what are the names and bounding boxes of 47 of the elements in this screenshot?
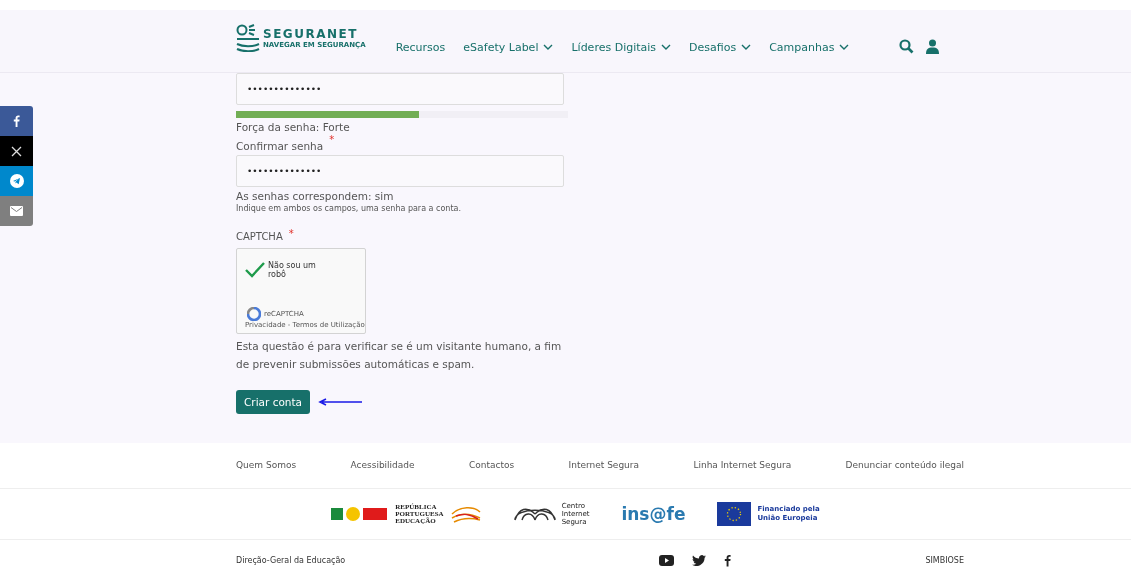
required-mark: * <box>288 228 294 241</box>
nav-link[interactable]: Campanhas <box>769 40 850 54</box>
share-button[interactable] <box>0 196 33 226</box>
password-field[interactable]: •••••••••••••• <box>236 73 564 105</box>
flag-logo-icon <box>331 506 390 522</box>
footer-link[interactable]: Quem Somos <box>236 460 297 488</box>
eu-flag-icon <box>717 502 752 526</box>
captcha-text: Não sou um robô <box>268 261 317 279</box>
logo-name: SEGURANET <box>263 27 359 41</box>
insafe-logo: ins@fe <box>621 504 686 524</box>
strength-text: Força da senha: Forte <box>236 121 350 133</box>
nav-link[interactable]: Líderes Digitais <box>571 40 672 54</box>
footer-organization: Direção-Geral da Educação <box>236 556 346 565</box>
checkbox[interactable] <box>245 262 265 278</box>
share-button[interactable] <box>0 136 33 166</box>
search-icon[interactable] <box>899 38 915 54</box>
facebook-icon[interactable] <box>724 554 732 567</box>
captcha-description: Esta questão é para verificar se é um visitante humano, a fim de prevenir submissões automáticas e spam. <box>236 339 563 372</box>
dome-logo-icon <box>513 507 556 521</box>
required-mark: * <box>329 134 335 147</box>
hint-text: Indique em ambos os campos, uma senha para a conta. <box>236 204 461 213</box>
field-label: Confirmar senha <box>236 140 324 152</box>
email-icon <box>10 206 23 216</box>
x-icon <box>11 145 22 157</box>
telegram-icon <box>9 174 24 188</box>
share-button[interactable] <box>0 106 33 136</box>
footer-credit: SIMBIOSE <box>925 556 964 565</box>
confirm-password-field[interactable]: •••••••••••••• <box>236 155 564 187</box>
share-button[interactable] <box>0 166 33 196</box>
twitter-icon[interactable] <box>692 555 707 566</box>
create-account-button[interactable]: Criar conta <box>236 390 311 414</box>
logo-icon <box>236 24 260 52</box>
footer-link[interactable]: Denunciar conteúdo ilegal <box>845 460 964 488</box>
footer-link[interactable]: Contactos <box>468 460 515 488</box>
field-label: CAPTCHA <box>236 231 283 242</box>
facebook-icon <box>13 115 20 127</box>
match-text: As senhas correspondem: sim <box>236 190 394 202</box>
footer-link[interactable]: Acessibilidade <box>350 460 415 488</box>
swoosh-logo-icon <box>449 504 482 524</box>
footer-link[interactable]: Linha Internet Segura <box>693 460 792 488</box>
youtube-icon[interactable] <box>659 555 675 566</box>
nav-link[interactable]: Recursos <box>395 40 446 54</box>
nav-link[interactable]: eSafety Label <box>463 40 554 54</box>
footer-link[interactable]: Internet Segura <box>568 460 640 488</box>
user-icon[interactable] <box>926 38 940 54</box>
recaptcha-icon <box>247 307 261 321</box>
nav-link[interactable]: Desafios <box>689 40 752 54</box>
